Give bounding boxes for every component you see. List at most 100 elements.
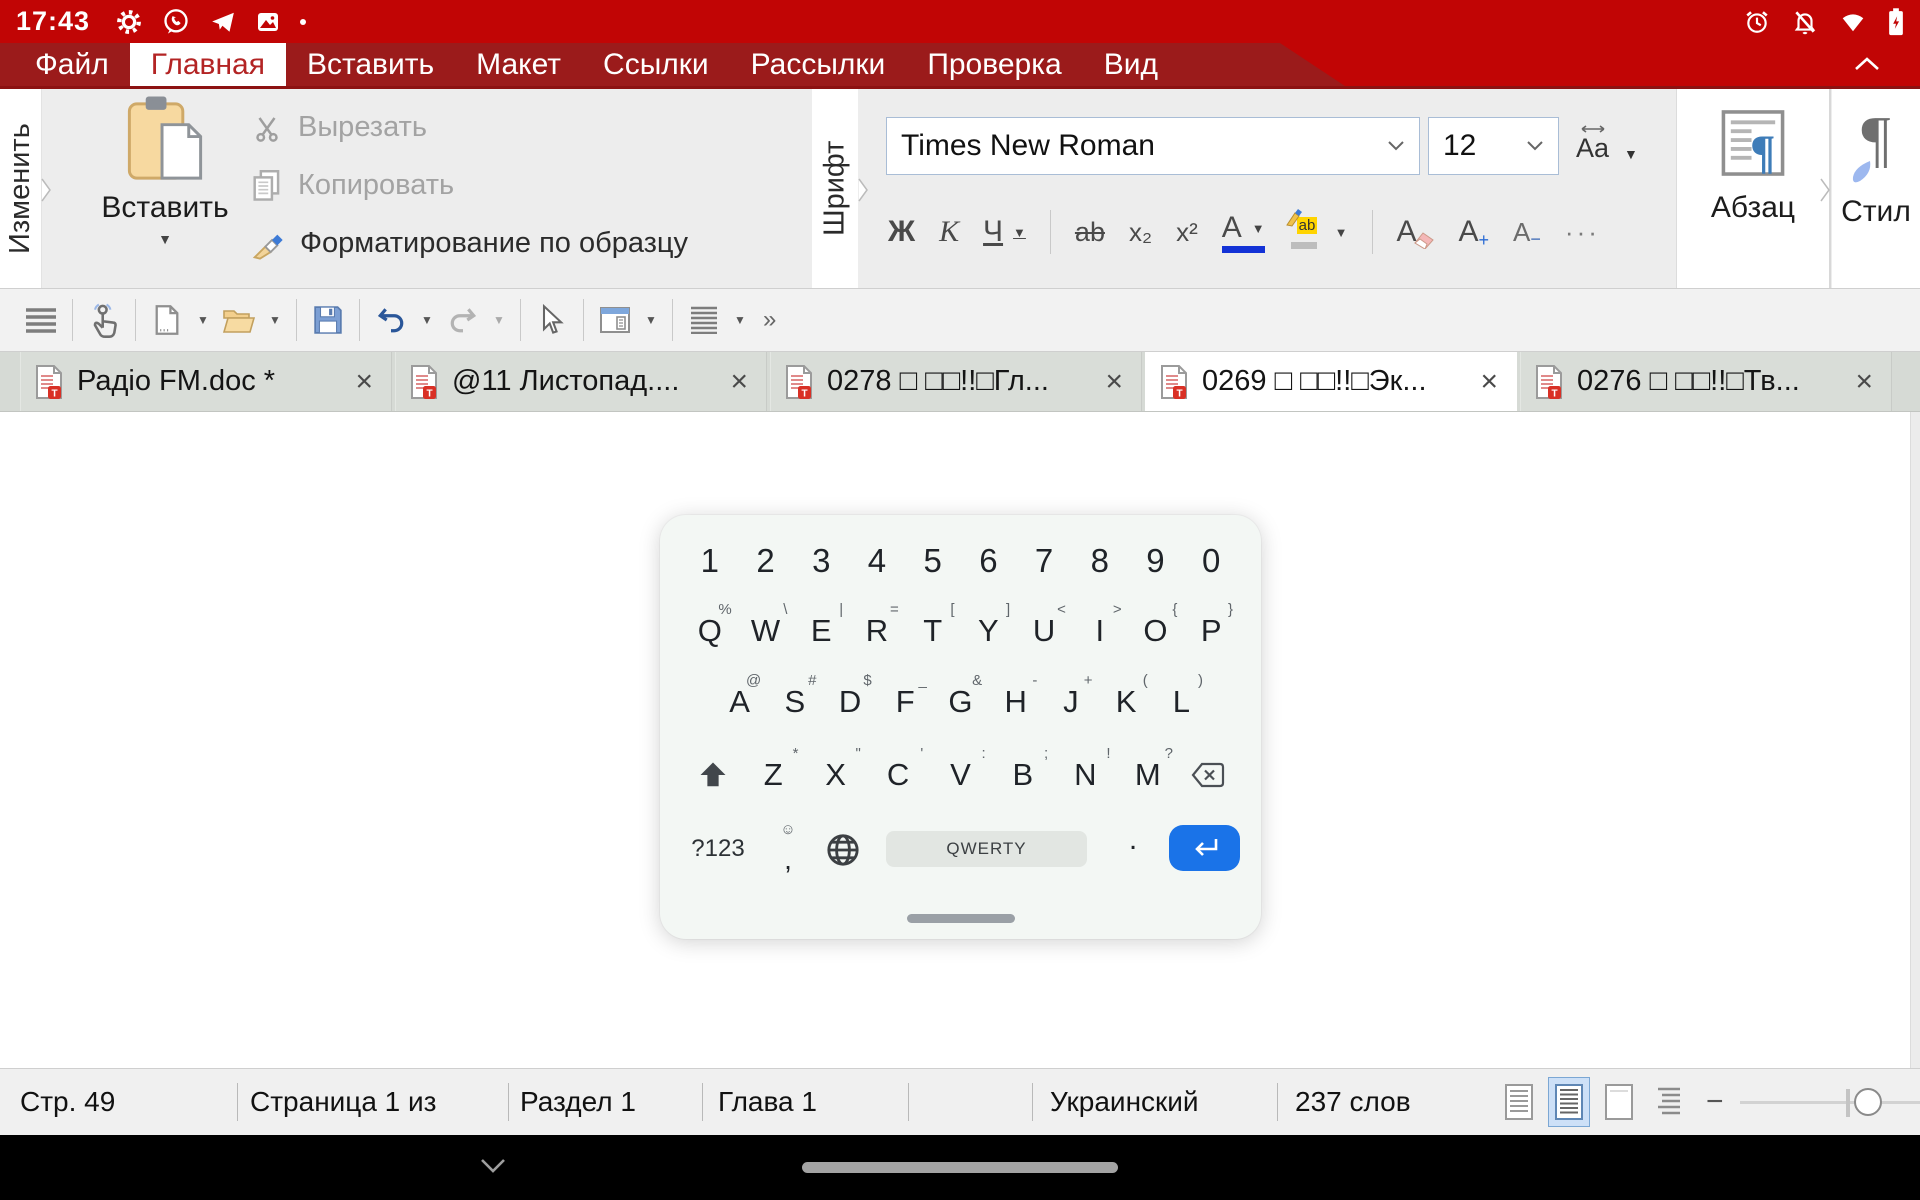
- menu-mailings[interactable]: Рассылки: [730, 43, 907, 86]
- copy-button[interactable]: Копировать: [252, 169, 454, 202]
- font-size-dropdown-chevron-icon[interactable]: [1526, 140, 1544, 152]
- home-indicator[interactable]: [802, 1162, 1118, 1173]
- doc-tab-close-icon[interactable]: ×: [1476, 367, 1502, 397]
- open-file-caret[interactable]: ▼: [262, 313, 288, 327]
- vertical-scrollbar[interactable]: [1910, 412, 1920, 1068]
- view-read-mode-button[interactable]: [1498, 1077, 1540, 1127]
- key-9[interactable]: 9: [1128, 537, 1184, 585]
- change-case-caret[interactable]: ▼: [1624, 146, 1638, 162]
- view-web-layout-button[interactable]: [1598, 1077, 1640, 1127]
- comma-key[interactable]: ☺ ,: [768, 827, 808, 876]
- key-s[interactable]: #S: [767, 678, 822, 726]
- keyboard-drag-handle[interactable]: [907, 914, 1015, 923]
- strikethrough-button[interactable]: ab: [1075, 217, 1105, 248]
- highlight-button[interactable]: ab ▼: [1289, 215, 1348, 249]
- key-f[interactable]: _F: [878, 678, 933, 726]
- open-file-button[interactable]: [216, 306, 262, 334]
- key-4[interactable]: 4: [849, 537, 905, 585]
- italic-button[interactable]: К: [939, 215, 959, 249]
- view-print-layout-button[interactable]: [1548, 1077, 1590, 1127]
- key-h[interactable]: -H: [988, 678, 1043, 726]
- document-canvas[interactable]: 1 2 3 4 5 6 7 8 9 0 %Q \W |E =R [T ]Y <U…: [0, 412, 1920, 1068]
- doc-tab-3[interactable]: T 0278 □ □□!!□Гл... ×: [770, 352, 1142, 411]
- key-g[interactable]: &G: [933, 678, 988, 726]
- paragraph-panel-button[interactable]: ¶ Абзац: [1676, 89, 1829, 288]
- key-8[interactable]: 8: [1072, 537, 1128, 585]
- section-status[interactable]: Раздел 1: [520, 1069, 636, 1135]
- grow-font-button[interactable]: A+: [1459, 215, 1490, 249]
- more-font-options-button[interactable]: ···: [1565, 217, 1600, 248]
- doc-tab-close-icon[interactable]: ×: [1851, 367, 1877, 397]
- menu-review[interactable]: Проверка: [906, 43, 1082, 86]
- clear-formatting-button[interactable]: A: [1397, 215, 1435, 249]
- font-size-combobox[interactable]: 12: [1428, 117, 1559, 175]
- key-l[interactable]: )L: [1154, 678, 1209, 726]
- new-document-caret[interactable]: ▼: [190, 313, 216, 327]
- undo-button[interactable]: [368, 305, 414, 335]
- change-case-button[interactable]: Aa ▼: [1576, 123, 1638, 162]
- key-d[interactable]: $D: [822, 678, 877, 726]
- chapter-status[interactable]: Глава 1: [718, 1069, 817, 1135]
- menu-home[interactable]: Главная: [130, 43, 286, 86]
- key-p[interactable]: }P: [1183, 607, 1239, 655]
- key-q[interactable]: %Q: [682, 607, 738, 655]
- menu-references[interactable]: Ссылки: [582, 43, 730, 86]
- font-color-button[interactable]: A▼: [1222, 211, 1265, 253]
- format-painter-button[interactable]: Форматирование по образцу: [252, 227, 688, 260]
- superscript-button[interactable]: x²: [1176, 217, 1198, 248]
- key-0[interactable]: 0: [1183, 537, 1239, 585]
- underline-button[interactable]: Ч▼: [983, 215, 1026, 249]
- page-layout-button[interactable]: [592, 306, 638, 334]
- key-z[interactable]: *Z: [742, 751, 804, 799]
- undo-caret[interactable]: ▼: [414, 313, 440, 327]
- key-c[interactable]: 'C: [867, 751, 929, 799]
- language-status[interactable]: Украинский: [1050, 1069, 1199, 1135]
- font-name-dropdown-chevron-icon[interactable]: [1387, 140, 1405, 152]
- select-cursor-button[interactable]: [529, 304, 575, 336]
- subscript-button[interactable]: x₂: [1129, 217, 1152, 248]
- paste-dropdown-caret[interactable]: ▼: [100, 231, 230, 247]
- key-e[interactable]: |E: [793, 607, 849, 655]
- bold-button[interactable]: Ж: [888, 215, 915, 249]
- shift-key[interactable]: [684, 751, 742, 799]
- zoom-out-button[interactable]: −: [1706, 1069, 1724, 1135]
- doc-tab-2[interactable]: T @11 Листопад.... ×: [395, 352, 767, 411]
- paste-button[interactable]: Вставить ▼: [100, 95, 230, 247]
- shrink-font-button[interactable]: A−: [1513, 217, 1541, 248]
- backspace-key[interactable]: [1179, 751, 1237, 799]
- period-key[interactable]: .: [1115, 823, 1151, 857]
- zoom-slider-knob[interactable]: [1854, 1088, 1882, 1116]
- touch-mode-button[interactable]: [81, 302, 127, 338]
- font-panel-tab[interactable]: Шрифт: [812, 89, 858, 288]
- key-3[interactable]: 3: [793, 537, 849, 585]
- doc-tab-close-icon[interactable]: ×: [351, 367, 377, 397]
- key-v[interactable]: :V: [929, 751, 991, 799]
- doc-tab-5[interactable]: T 0276 □ □□!!□Тв... ×: [1520, 352, 1892, 411]
- edit-panel-tab[interactable]: Изменить: [0, 89, 42, 288]
- word-count-status[interactable]: 237 слов: [1295, 1069, 1411, 1135]
- key-o[interactable]: {O: [1128, 607, 1184, 655]
- menu-insert[interactable]: Вставить: [286, 43, 455, 86]
- line-spacing-button[interactable]: [681, 306, 727, 334]
- key-7[interactable]: 7: [1016, 537, 1072, 585]
- key-r[interactable]: =R: [849, 607, 905, 655]
- key-m[interactable]: ?M: [1117, 751, 1179, 799]
- line-spacing-caret[interactable]: ▼: [727, 313, 753, 327]
- key-6[interactable]: 6: [961, 537, 1017, 585]
- key-2[interactable]: 2: [738, 537, 794, 585]
- view-outline-button[interactable]: [1648, 1077, 1690, 1127]
- hide-keyboard-chevron-icon[interactable]: [478, 1157, 508, 1175]
- menu-file[interactable]: Файл: [14, 43, 130, 86]
- doc-tab-close-icon[interactable]: ×: [726, 367, 752, 397]
- page-layout-caret[interactable]: ▼: [638, 313, 664, 327]
- collapse-ribbon-chevron-up-icon[interactable]: [1852, 55, 1882, 73]
- space-bar[interactable]: QWERTY: [886, 831, 1087, 867]
- language-globe-key[interactable]: [826, 833, 860, 867]
- highlight-caret[interactable]: ▼: [1335, 225, 1348, 240]
- key-u[interactable]: <U: [1016, 607, 1072, 655]
- redo-caret[interactable]: ▼: [486, 313, 512, 327]
- key-y[interactable]: ]Y: [961, 607, 1017, 655]
- key-i[interactable]: >I: [1072, 607, 1128, 655]
- save-button[interactable]: [305, 305, 351, 335]
- key-k[interactable]: (K: [1099, 678, 1154, 726]
